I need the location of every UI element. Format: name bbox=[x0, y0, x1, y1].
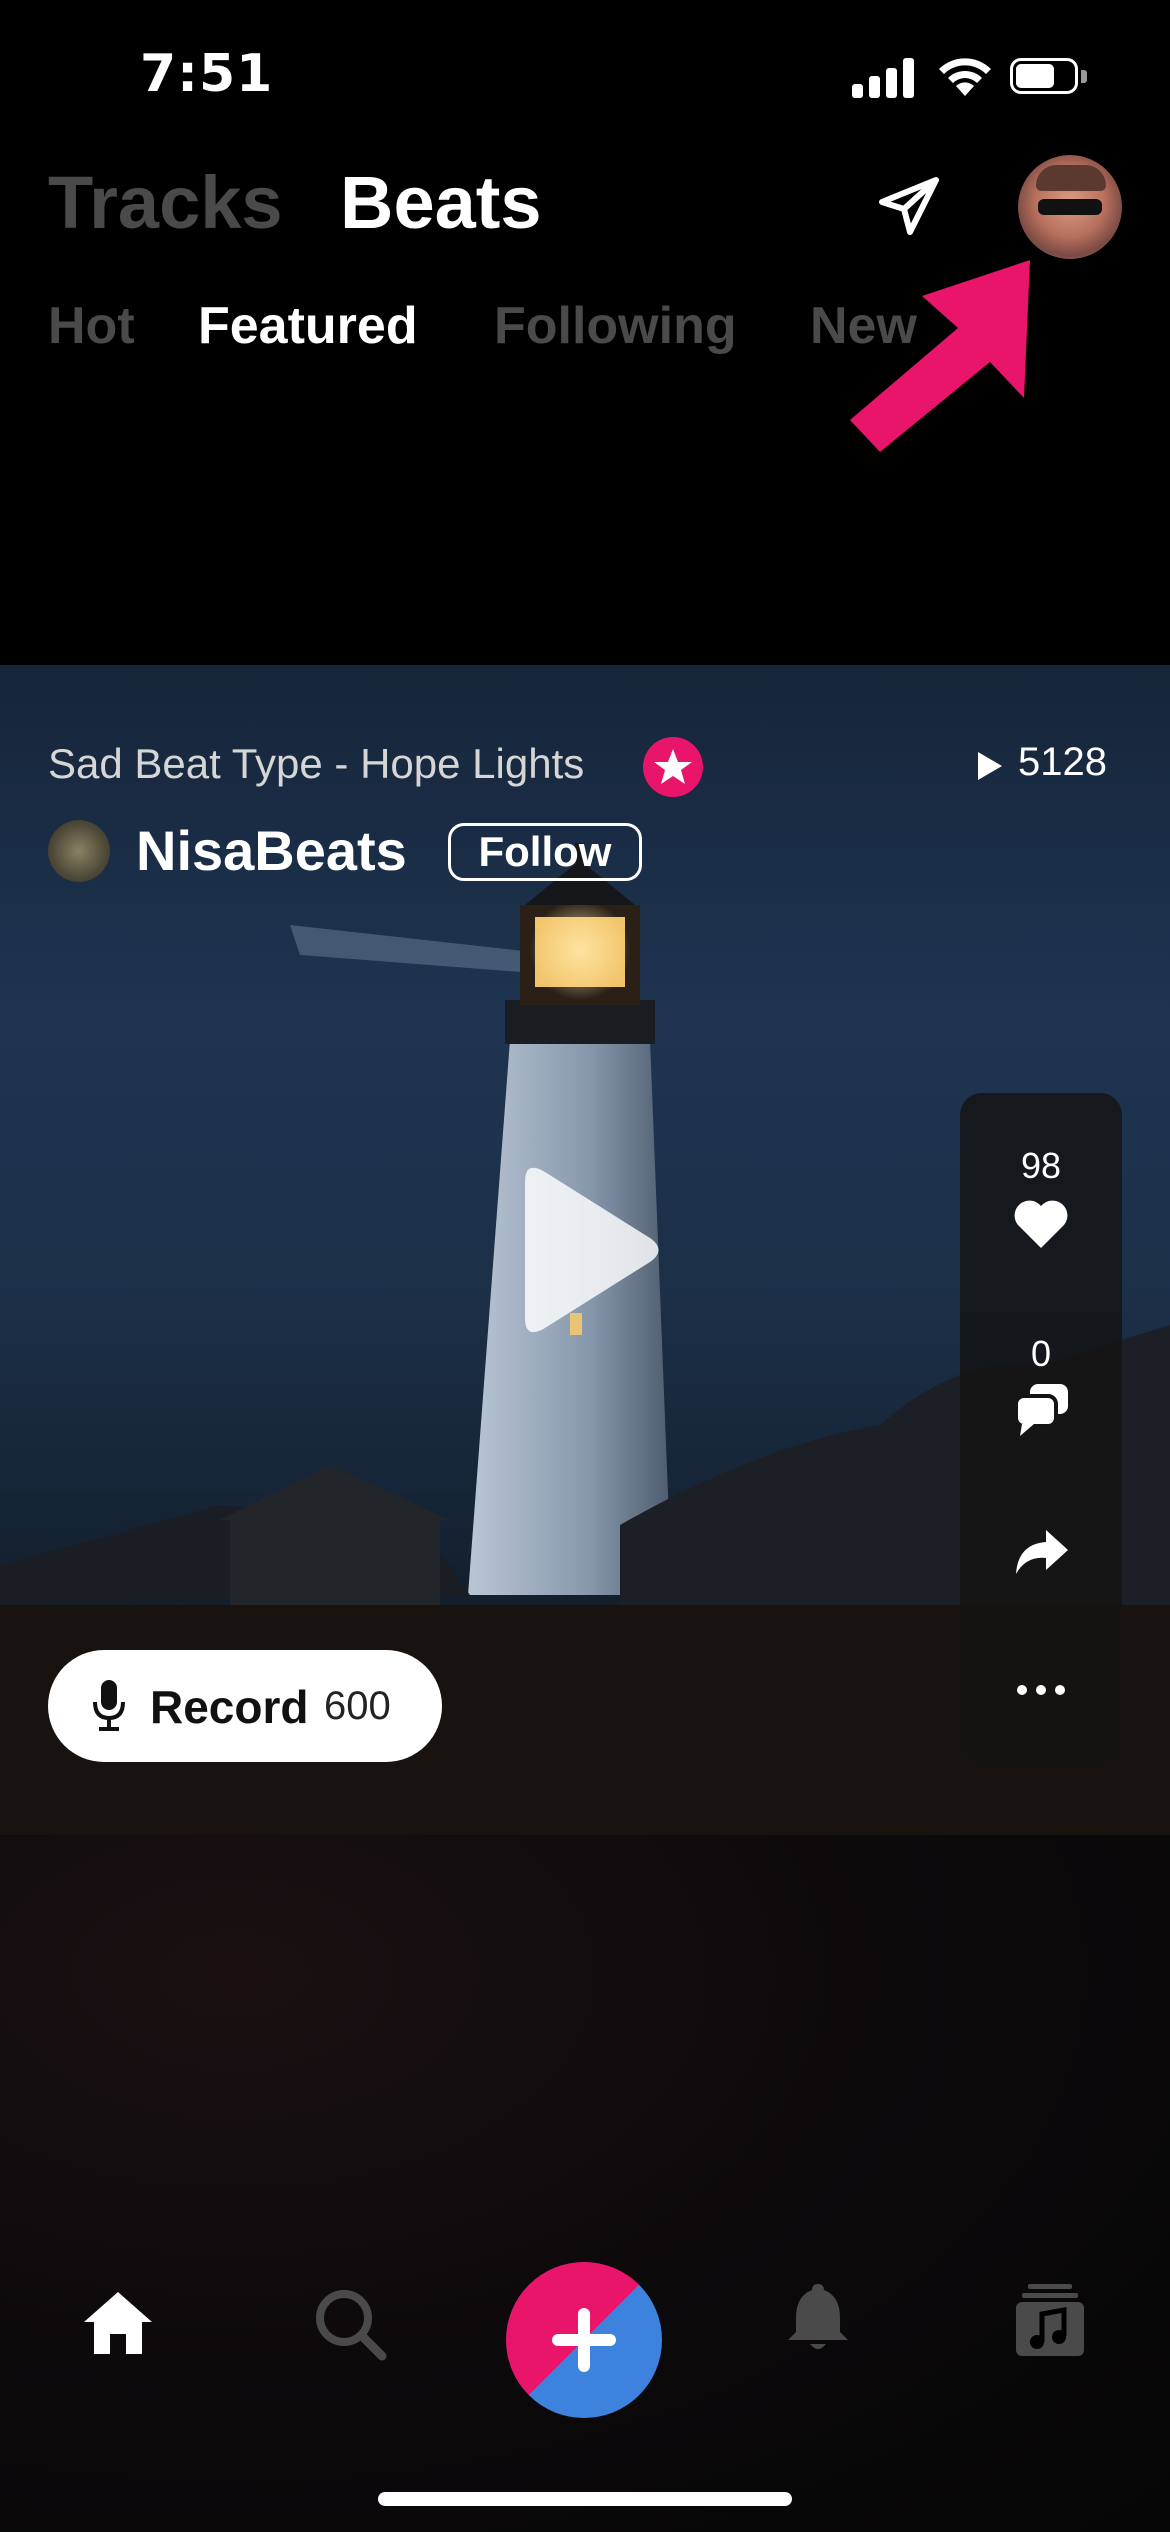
wifi-icon bbox=[939, 58, 991, 96]
microphone-icon bbox=[93, 1680, 125, 1731]
record-button[interactable]: Record 600 bbox=[48, 1650, 442, 1762]
like-count: 98 bbox=[1020, 1145, 1062, 1186]
subtab-hot[interactable]: Hot bbox=[48, 296, 135, 356]
follow-button[interactable]: Follow bbox=[448, 823, 642, 881]
next-post-preview bbox=[0, 1835, 1170, 2532]
play-count: 5128 bbox=[1018, 740, 1107, 784]
comment-count: 0 bbox=[1030, 1333, 1052, 1374]
artist-name[interactable]: NisaBeats bbox=[136, 818, 407, 883]
record-count: 600 bbox=[324, 1684, 391, 1728]
status-time: 7:51 bbox=[140, 44, 274, 104]
featured-star-icon bbox=[643, 737, 703, 797]
home-icon[interactable] bbox=[80, 2286, 156, 2362]
play-count-icon bbox=[978, 752, 1002, 780]
library-icon[interactable] bbox=[1012, 2282, 1088, 2358]
tab-beats[interactable]: Beats bbox=[340, 160, 542, 245]
tab-tracks[interactable]: Tracks bbox=[48, 160, 283, 245]
notifications-icon[interactable] bbox=[780, 2280, 856, 2356]
create-button[interactable] bbox=[506, 2262, 662, 2418]
pointer-arrow-annotation bbox=[850, 260, 1030, 452]
search-icon[interactable] bbox=[312, 2286, 388, 2362]
record-label: Record bbox=[150, 1681, 309, 1733]
send-icon[interactable] bbox=[878, 176, 942, 236]
beat-title[interactable]: Sad Beat Type - Hope Lights bbox=[48, 740, 584, 788]
home-indicator bbox=[378, 2492, 792, 2506]
battery-icon bbox=[1010, 58, 1088, 98]
heart-icon[interactable] bbox=[1012, 1196, 1070, 1252]
more-options-icon[interactable] bbox=[1012, 1662, 1070, 1718]
comments-icon[interactable] bbox=[1012, 1382, 1070, 1438]
artist-avatar[interactable] bbox=[48, 820, 110, 882]
cellular-signal-icon bbox=[852, 58, 916, 98]
subtab-following[interactable]: Following bbox=[494, 296, 737, 356]
play-button-icon[interactable] bbox=[505, 1160, 665, 1340]
subtab-featured[interactable]: Featured bbox=[198, 296, 418, 356]
share-icon[interactable] bbox=[1012, 1524, 1070, 1580]
